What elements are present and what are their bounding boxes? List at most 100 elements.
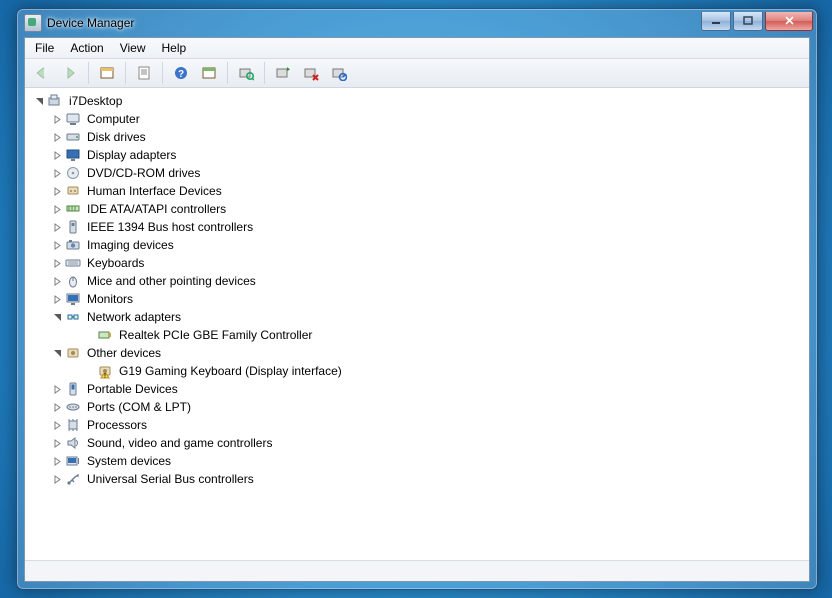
expand-icon[interactable] xyxy=(49,219,65,235)
client-area: File Action View Help ? xyxy=(24,37,810,582)
tree-item-label: System devices xyxy=(85,453,173,469)
ports-icon xyxy=(65,399,81,415)
system-icon xyxy=(65,453,81,469)
expand-icon[interactable] xyxy=(49,453,65,469)
expand-icon[interactable] xyxy=(49,129,65,145)
expand-icon[interactable] xyxy=(49,237,65,253)
tree-item-label: IDE ATA/ATAPI controllers xyxy=(85,201,228,217)
help-button[interactable]: ? xyxy=(168,61,194,85)
maximize-button[interactable] xyxy=(733,12,763,31)
tree-item-cat-3[interactable]: DVD/CD-ROM drives xyxy=(27,164,809,182)
tree-item-root[interactable]: i7Desktop xyxy=(27,92,809,110)
tree-item-label: Monitors xyxy=(85,291,135,307)
tree-item-label: G19 Gaming Keyboard (Display interface) xyxy=(117,363,344,379)
network-icon xyxy=(65,309,81,325)
tree-item-label: Realtek PCIe GBE Family Controller xyxy=(117,327,314,343)
monitor-icon xyxy=(65,291,81,307)
tree-item-label: i7Desktop xyxy=(67,93,124,109)
back-button[interactable] xyxy=(29,61,55,85)
action-list-button[interactable] xyxy=(196,61,222,85)
expand-icon[interactable] xyxy=(49,165,65,181)
collapse-icon[interactable] xyxy=(31,93,47,109)
tree-item-label: Universal Serial Bus controllers xyxy=(85,471,256,487)
expand-icon[interactable] xyxy=(49,291,65,307)
tree-item-cat-0[interactable]: Computer xyxy=(27,110,809,128)
tree-item-cat-8[interactable]: Keyboards xyxy=(27,254,809,272)
expand-icon[interactable] xyxy=(49,471,65,487)
root-icon xyxy=(47,93,63,109)
show-hidden-button[interactable] xyxy=(94,61,120,85)
toolbar: ? xyxy=(25,59,809,88)
menu-action[interactable]: Action xyxy=(62,39,111,57)
expand-icon[interactable] xyxy=(49,255,65,271)
tree-item-label: Sound, video and game controllers xyxy=(85,435,274,451)
tree-item-label: Display adapters xyxy=(85,147,178,163)
tree-item-label: Computer xyxy=(85,111,142,127)
expand-icon[interactable] xyxy=(49,381,65,397)
tree-item-cat-4[interactable]: Human Interface Devices xyxy=(27,182,809,200)
tree-item-label: Imaging devices xyxy=(85,237,176,253)
tree-item-label: Portable Devices xyxy=(85,381,180,397)
tree-item-cat-16[interactable]: Sound, video and game controllers xyxy=(27,434,809,452)
tree-item-cat-6[interactable]: IEEE 1394 Bus host controllers xyxy=(27,218,809,236)
tree-item-cat-9[interactable]: Mice and other pointing devices xyxy=(27,272,809,290)
nic-icon xyxy=(97,327,113,343)
expand-icon[interactable] xyxy=(49,435,65,451)
sound-icon xyxy=(65,435,81,451)
scan-button[interactable] xyxy=(233,61,259,85)
titlebar[interactable]: Device Manager xyxy=(17,9,817,37)
tree-item-cat-14[interactable]: Ports (COM & LPT) xyxy=(27,398,809,416)
update-driver-button[interactable] xyxy=(270,61,296,85)
svg-text:?: ? xyxy=(178,69,184,80)
collapse-icon[interactable] xyxy=(49,309,65,325)
tree-item-cat-1[interactable]: Disk drives xyxy=(27,128,809,146)
usb-icon xyxy=(65,471,81,487)
disable-button[interactable] xyxy=(326,61,352,85)
tree-item-cat-18[interactable]: Universal Serial Bus controllers xyxy=(27,470,809,488)
tree-item-cat-10[interactable]: Monitors xyxy=(27,290,809,308)
menu-view[interactable]: View xyxy=(112,39,154,57)
tree-item-label: Network adapters xyxy=(85,309,183,325)
1394-icon xyxy=(65,219,81,235)
expand-icon[interactable] xyxy=(49,417,65,433)
forward-button[interactable] xyxy=(57,61,83,85)
disk-icon xyxy=(65,129,81,145)
expand-icon[interactable] xyxy=(49,201,65,217)
tree-item-label: DVD/CD-ROM drives xyxy=(85,165,202,181)
tree-item-label: Ports (COM & LPT) xyxy=(85,399,193,415)
tree-item-label: IEEE 1394 Bus host controllers xyxy=(85,219,255,235)
portable-icon xyxy=(65,381,81,397)
tree-item-cat-12[interactable]: Other devices xyxy=(27,344,809,362)
expand-icon[interactable] xyxy=(49,183,65,199)
collapse-icon[interactable] xyxy=(49,345,65,361)
tree-item-cat-11-child-0[interactable]: Realtek PCIe GBE Family Controller xyxy=(27,326,809,344)
properties-button[interactable] xyxy=(131,61,157,85)
device-manager-window: Device Manager File Action View Help xyxy=(16,8,818,590)
tree-item-cat-11[interactable]: Network adapters xyxy=(27,308,809,326)
expand-icon[interactable] xyxy=(49,399,65,415)
window-title: Device Manager xyxy=(47,16,134,30)
uninstall-button[interactable] xyxy=(298,61,324,85)
tree-item-label: Keyboards xyxy=(85,255,146,271)
tree-item-cat-2[interactable]: Display adapters xyxy=(27,146,809,164)
device-tree[interactable]: i7Desktop ComputerDisk drivesDisplay adap… xyxy=(25,88,809,560)
expand-icon[interactable] xyxy=(49,273,65,289)
hid-icon xyxy=(65,183,81,199)
tree-item-cat-7[interactable]: Imaging devices xyxy=(27,236,809,254)
mouse-icon xyxy=(65,273,81,289)
menu-help[interactable]: Help xyxy=(154,39,195,57)
tree-item-cat-15[interactable]: Processors xyxy=(27,416,809,434)
app-icon xyxy=(24,14,42,32)
keyboard-icon xyxy=(65,255,81,271)
expand-icon[interactable] xyxy=(49,147,65,163)
minimize-button[interactable] xyxy=(701,12,731,31)
computer-icon xyxy=(65,111,81,127)
menu-file[interactable]: File xyxy=(27,39,62,57)
tree-item-cat-12-child-0[interactable]: !G19 Gaming Keyboard (Display interface) xyxy=(27,362,809,380)
close-button[interactable] xyxy=(765,12,813,31)
tree-item-cat-13[interactable]: Portable Devices xyxy=(27,380,809,398)
display-icon xyxy=(65,147,81,163)
tree-item-cat-17[interactable]: System devices xyxy=(27,452,809,470)
tree-item-cat-5[interactable]: IDE ATA/ATAPI controllers xyxy=(27,200,809,218)
expand-icon[interactable] xyxy=(49,111,65,127)
